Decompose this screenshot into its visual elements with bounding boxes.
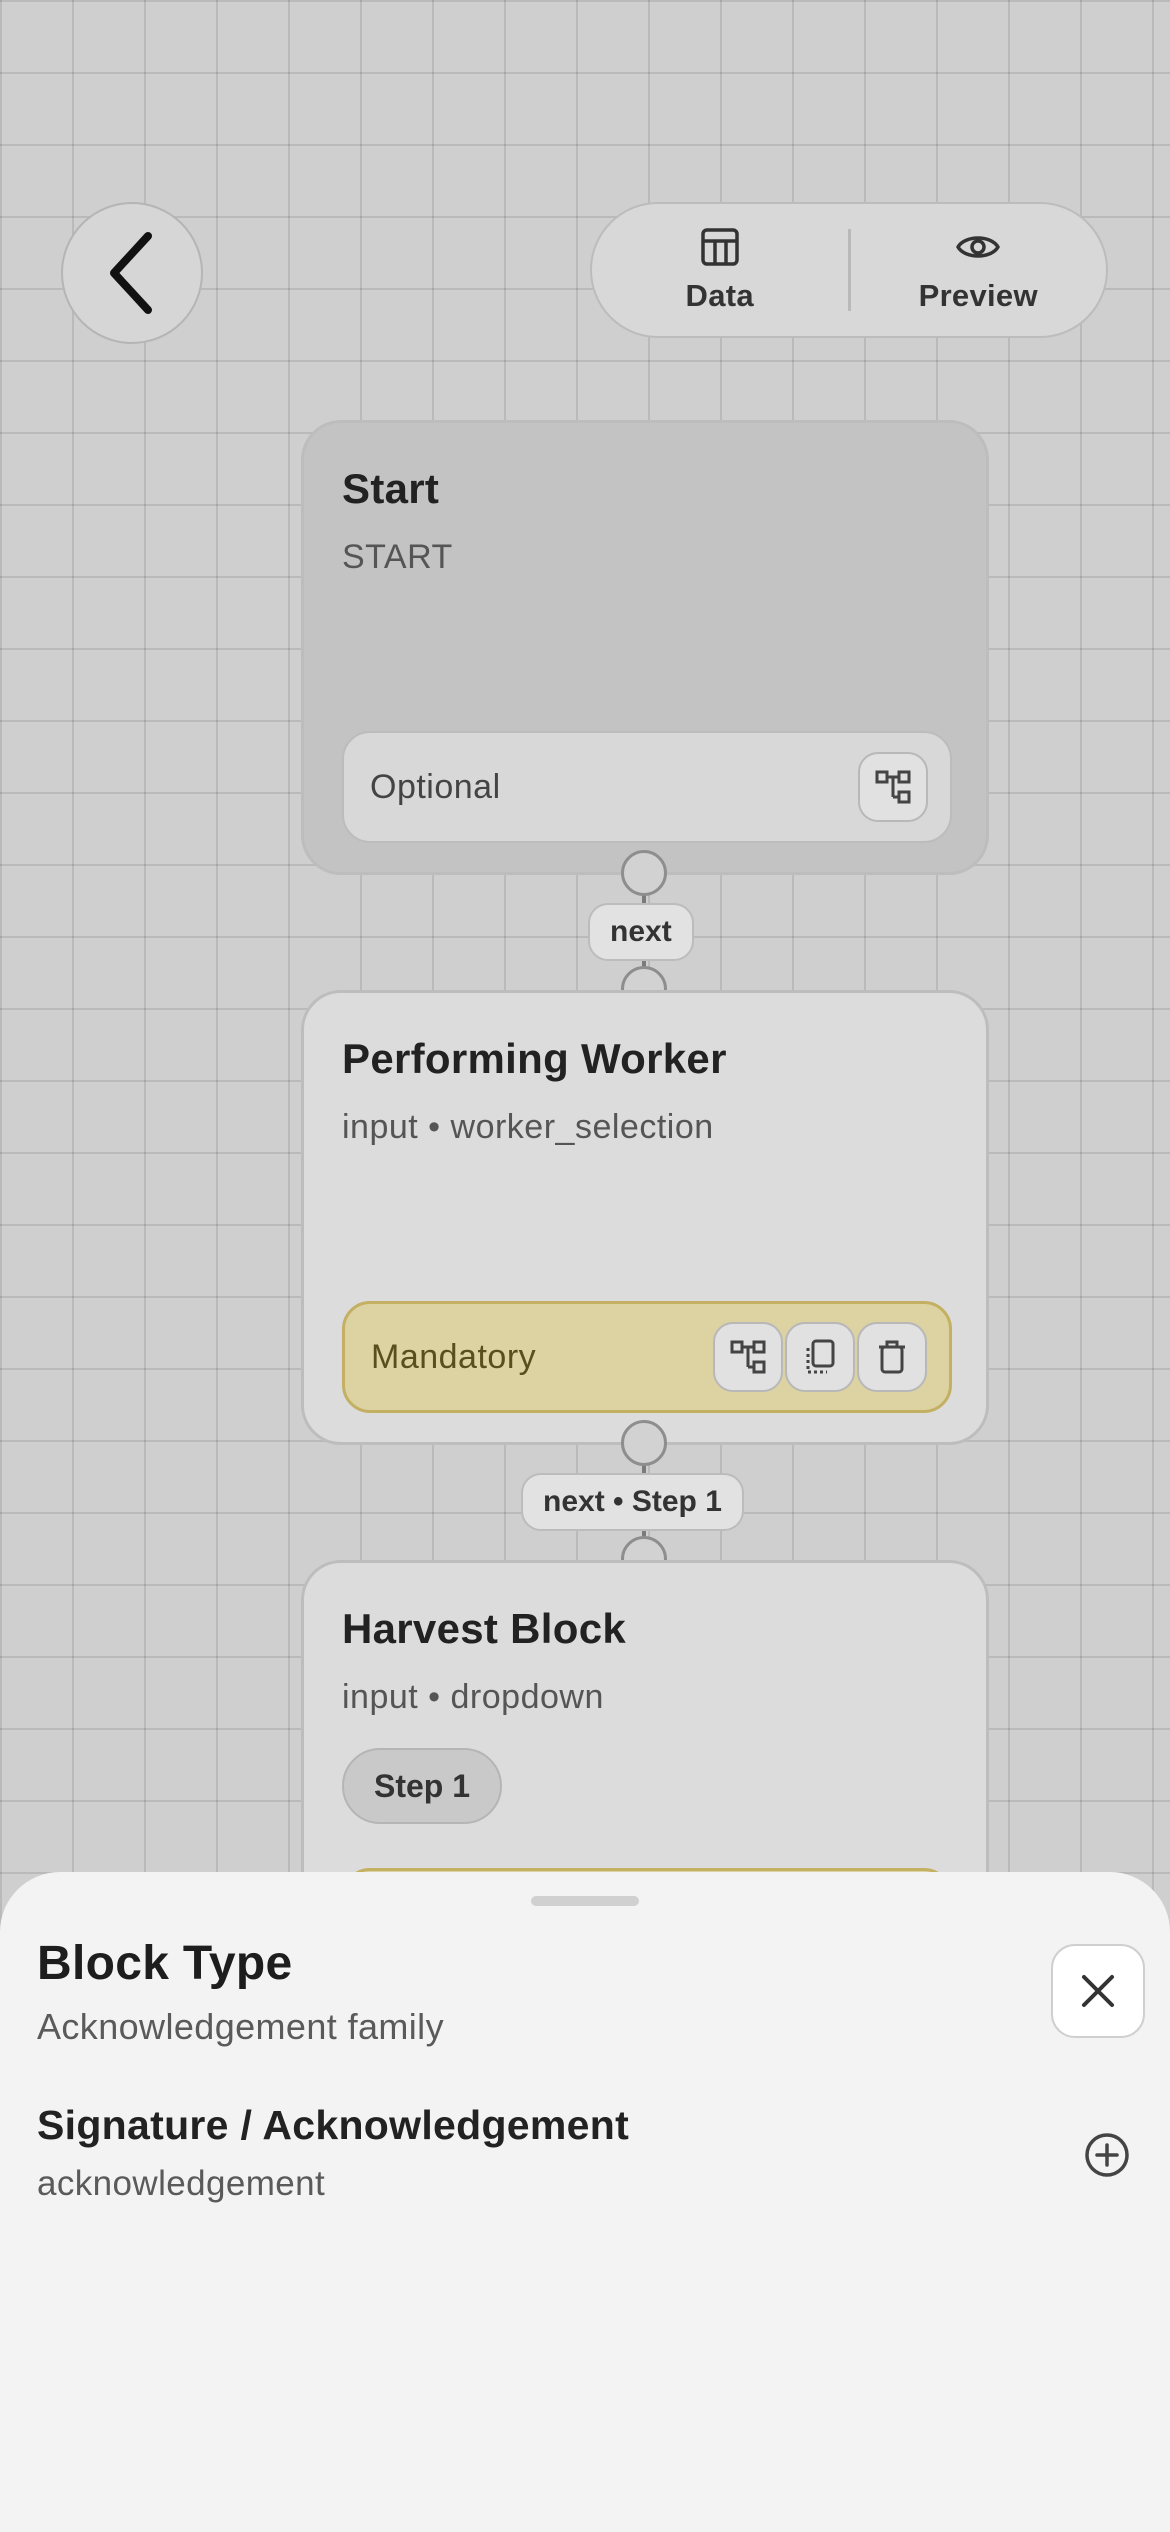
block-subtitle: START	[342, 538, 453, 576]
sheet-grabber[interactable]	[531, 1896, 639, 1906]
block-footer-mandatory: Mandatory	[342, 1301, 952, 1413]
data-label: Data	[685, 278, 754, 313]
preview-label: Preview	[918, 278, 1038, 313]
duplicate-button[interactable]	[785, 1322, 855, 1392]
block-type-option[interactable]: Signature / Acknowledgement acknowledgem…	[0, 2102, 1170, 2222]
preview-button[interactable]: Preview	[851, 204, 1107, 336]
edge-label[interactable]: next	[588, 903, 694, 961]
back-button[interactable]	[61, 202, 203, 344]
option-subtitle: acknowledgement	[37, 2164, 326, 2203]
close-button[interactable]	[1051, 1944, 1145, 2038]
sheet-subtitle: Acknowledgement family	[37, 2006, 444, 2047]
block-title: Performing Worker	[342, 1035, 727, 1082]
trash-icon	[879, 1340, 905, 1374]
output-handle[interactable]	[621, 850, 667, 896]
block-subtitle: input • dropdown	[342, 1678, 604, 1716]
requirement-label: Optional	[370, 767, 501, 806]
branch-icon	[875, 770, 911, 804]
output-handle[interactable]	[621, 1420, 667, 1466]
view-toggle: Data Preview	[590, 202, 1108, 338]
step-chip[interactable]: Step 1	[342, 1748, 503, 1824]
block-title: Start	[342, 465, 440, 512]
sheet-title: Block Type	[37, 1937, 293, 1990]
option-title: Signature / Acknowledgement	[37, 2102, 630, 2148]
branch-button[interactable]	[713, 1322, 783, 1392]
edge-label[interactable]: next • Step 1	[521, 1473, 744, 1531]
block-start[interactable]: Start START Optional	[301, 420, 989, 875]
branch-button[interactable]	[858, 752, 928, 822]
branch-icon	[730, 1340, 766, 1374]
copy-icon	[806, 1339, 835, 1374]
block-performing-worker[interactable]: Performing Worker input • worker_selecti…	[301, 990, 989, 1445]
flow-canvas[interactable]: Data Preview Start START Optional next P…	[0, 0, 1170, 2532]
eye-icon	[956, 236, 1000, 258]
requirement-label: Mandatory	[371, 1337, 537, 1376]
block-subtitle: input • worker_selection	[342, 1108, 714, 1146]
table-icon	[701, 228, 739, 266]
block-title: Harvest Block	[342, 1605, 627, 1652]
delete-button[interactable]	[857, 1322, 927, 1392]
close-icon	[1082, 1975, 1114, 2007]
data-button[interactable]: Data	[592, 204, 848, 336]
block-type-sheet: Block Type Acknowledgement family Signat…	[0, 1872, 1170, 2532]
plus-circle-icon	[1085, 2133, 1129, 2177]
add-option-button[interactable]	[1080, 2128, 1134, 2182]
block-footer-optional: Optional	[342, 731, 952, 843]
chevron-left-icon	[110, 232, 152, 314]
